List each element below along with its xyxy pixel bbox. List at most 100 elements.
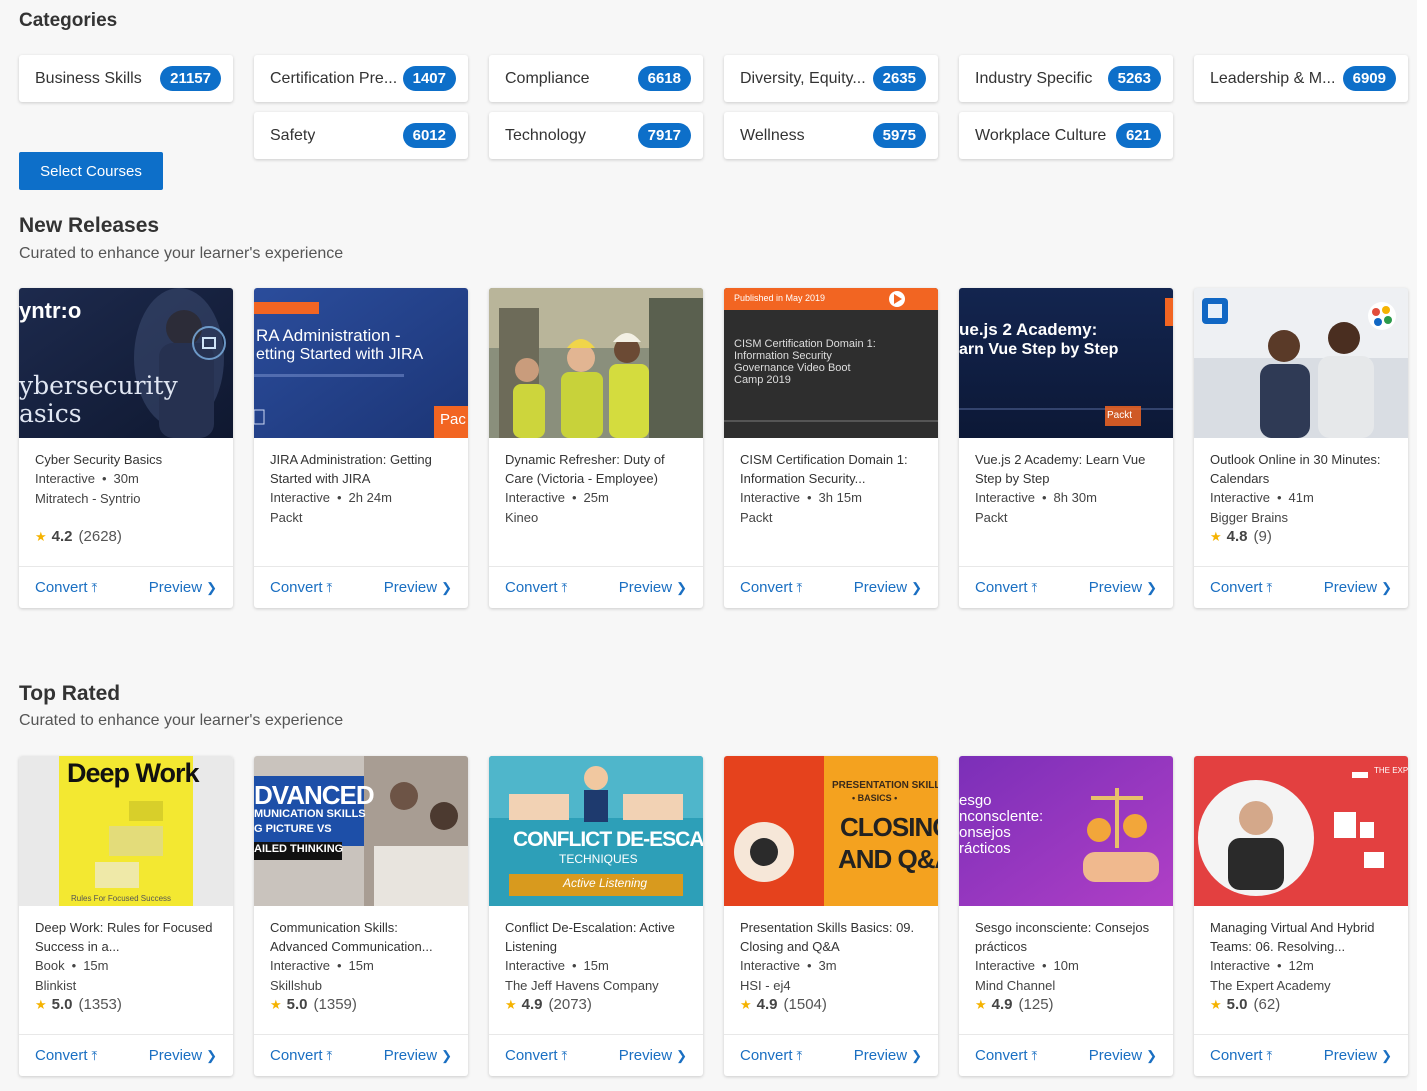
preview-button[interactable]: Preview ❯ (619, 1047, 687, 1064)
category-chip-wellness[interactable]: Wellness 5975 (724, 112, 938, 159)
right-margin (1417, 0, 1427, 1091)
thumbnail-heading: AND Q&A (838, 844, 938, 874)
course-card[interactable]: PRESENTATION SKILLS • BASICS • CLOSING A… (724, 756, 938, 1076)
category-count-badge: 21157 (160, 66, 221, 91)
preview-button[interactable]: Preview ❯ (619, 579, 687, 596)
category-label: Leadership & M... (1210, 69, 1336, 87)
thumbnail-heading: AILED THINKING (254, 843, 344, 855)
convert-button[interactable]: Convert ⤒ (505, 1047, 567, 1064)
chevron-right-icon: ❯ (206, 580, 217, 595)
course-provider: Mind Channel (975, 978, 1056, 993)
course-card[interactable]: yntr:o ybersecurity asics Cyber Security… (19, 288, 233, 608)
rating-value: 4.9 (756, 996, 778, 1013)
category-chip-certification-prep[interactable]: Certification Pre... 1407 (254, 55, 468, 102)
course-duration: 12m (1288, 958, 1314, 973)
convert-button[interactable]: Convert ⤒ (740, 579, 802, 596)
upload-icon: ⤒ (561, 1048, 568, 1063)
bullet-separator: • (806, 958, 812, 973)
category-chip-compliance[interactable]: Compliance 6618 (489, 55, 703, 102)
preview-button[interactable]: Preview ❯ (1089, 579, 1157, 596)
category-chip-workplace-culture[interactable]: Workplace Culture 621 (959, 112, 1173, 159)
category-label: Diversity, Equity... (740, 69, 866, 87)
course-type: Interactive (505, 958, 565, 973)
preview-button[interactable]: Preview ❯ (1089, 1047, 1157, 1064)
course-card[interactable]: RA Administration - etting Started with … (254, 288, 468, 608)
course-card[interactable]: THE EXP Managing Virtual And Hybrid Team… (1194, 756, 1408, 1076)
course-card[interactable]: Published in May 2019 CISM Certification… (724, 288, 938, 608)
preview-button[interactable]: Preview ❯ (1324, 579, 1392, 596)
convert-button[interactable]: Convert ⤒ (35, 579, 97, 596)
category-chip-leadership[interactable]: Leadership & M... 6909 (1194, 55, 1408, 102)
preview-button[interactable]: Preview ❯ (854, 1047, 922, 1064)
course-card[interactable]: Outlook Online in 30 Minutes: Calendars … (1194, 288, 1408, 608)
thumbnail-heading: ybersecurity (19, 371, 178, 400)
course-thumbnail: PRESENTATION SKILLS • BASICS • CLOSING A… (724, 756, 938, 906)
star-icon: ★ (270, 996, 282, 1012)
course-type: Interactive (35, 471, 95, 486)
upload-icon: ⤒ (561, 580, 568, 595)
thumbnail-heading: rácticos (959, 840, 1011, 857)
preview-button[interactable]: Preview ❯ (1324, 1047, 1392, 1064)
bullet-separator: • (336, 958, 342, 973)
course-type: Interactive (270, 490, 330, 505)
convert-button[interactable]: Convert ⤒ (1210, 579, 1272, 596)
upload-icon: ⤒ (91, 1048, 98, 1063)
preview-button[interactable]: Preview ❯ (149, 1047, 217, 1064)
course-thumbnail: THE EXP (1194, 756, 1408, 906)
select-courses-button[interactable]: Select Courses (19, 152, 163, 190)
convert-label: Convert (740, 1047, 793, 1064)
convert-label: Convert (975, 1047, 1028, 1064)
course-thumbnail (1194, 288, 1408, 438)
course-card[interactable]: Deep Work Rules For Focused Success Deep… (19, 756, 233, 1076)
convert-button[interactable]: Convert ⤒ (740, 1047, 802, 1064)
category-chip-business-skills[interactable]: Business Skills 21157 (19, 55, 233, 102)
course-card[interactable]: Dynamic Refresher: Duty of Care (Victori… (489, 288, 703, 608)
course-thumbnail: Published in May 2019 CISM Certification… (724, 288, 938, 438)
category-chip-diversity[interactable]: Diversity, Equity... 2635 (724, 55, 938, 102)
thumbnail-heading: CONFLICT DE-ESCALATION (513, 828, 703, 851)
convert-button[interactable]: Convert ⤒ (270, 579, 332, 596)
course-provider: Skillshub (270, 978, 323, 993)
course-card[interactable]: esgo nconsclente: onsejos rácticos Sesgo… (959, 756, 1173, 1076)
convert-button[interactable]: Convert ⤒ (1210, 1047, 1272, 1064)
thumbnail-heading: asics (19, 399, 82, 428)
card-actions: Convert ⤒ Preview ❯ (489, 566, 703, 608)
course-meta: Interactive • 2h 24m (270, 488, 454, 507)
convert-button[interactable]: Convert ⤒ (505, 579, 567, 596)
course-card[interactable]: DVANCED MUNICATION SKILLS G PICTURE VS A… (254, 756, 468, 1076)
preview-button[interactable]: Preview ❯ (149, 579, 217, 596)
category-chip-industry-specific[interactable]: Industry Specific 5263 (959, 55, 1173, 102)
convert-button[interactable]: Convert ⤒ (975, 1047, 1037, 1064)
convert-button[interactable]: Convert ⤒ (270, 1047, 332, 1064)
preview-button[interactable]: Preview ❯ (384, 579, 452, 596)
course-meta: Interactive • 12m (1210, 956, 1394, 975)
new-releases-title: New Releases (19, 214, 160, 237)
preview-button[interactable]: Preview ❯ (854, 579, 922, 596)
bullet-separator: • (571, 958, 577, 973)
review-count: (2628) (78, 528, 122, 545)
chevron-right-icon: ❯ (441, 1048, 452, 1063)
thumbnail-badge: Packt (1107, 410, 1133, 421)
thumbnail-subtitle: • BASICS • (852, 793, 898, 803)
course-title: Sesgo inconsciente: Consejos prácticos (975, 920, 1150, 954)
course-thumbnail: CONFLICT DE-ESCALATION TECHNIQUES Active… (489, 756, 703, 906)
convert-label: Convert (740, 579, 793, 596)
course-card[interactable]: CONFLICT DE-ESCALATION TECHNIQUES Active… (489, 756, 703, 1076)
category-count-badge: 2635 (872, 66, 926, 91)
thumbnail-heading: ue.js 2 Academy: (959, 320, 1098, 339)
convert-button[interactable]: Convert ⤒ (975, 579, 1037, 596)
course-thumbnail: esgo nconsclente: onsejos rácticos (959, 756, 1173, 906)
category-chip-technology[interactable]: Technology 7917 (489, 112, 703, 159)
preview-button[interactable]: Preview ❯ (384, 1047, 452, 1064)
thumbnail-heading: nconsclente: (959, 808, 1044, 825)
course-card[interactable]: ue.js 2 Academy: arn Vue Step by Step Pa… (959, 288, 1173, 608)
category-chip-safety[interactable]: Safety 6012 (254, 112, 468, 159)
bullet-separator: • (806, 490, 812, 505)
rating-value: 5.0 (286, 996, 308, 1013)
convert-button[interactable]: Convert ⤒ (35, 1047, 97, 1064)
thumbnail-logo-text: yntr:o (19, 298, 82, 323)
preview-label: Preview (1323, 579, 1378, 596)
star-icon: ★ (505, 996, 517, 1012)
card-actions: Convert ⤒ Preview ❯ (724, 1034, 938, 1076)
preview-label: Preview (148, 1047, 203, 1064)
